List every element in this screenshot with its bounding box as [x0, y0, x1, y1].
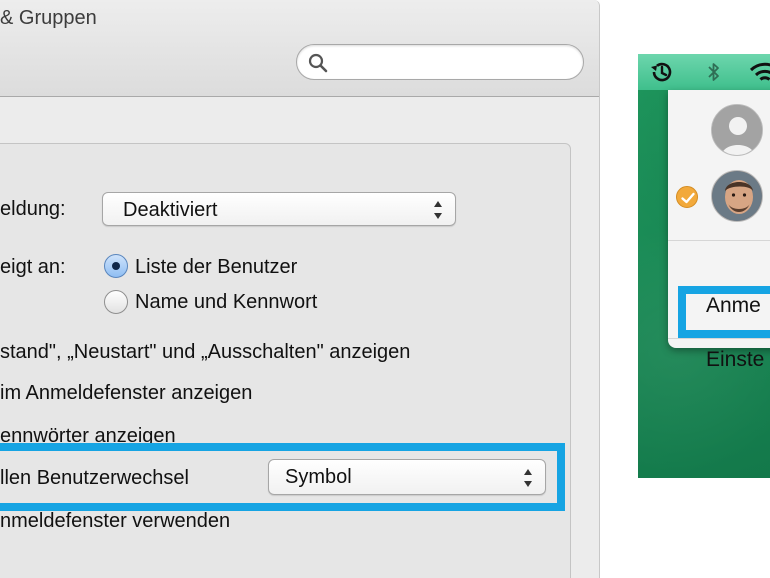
preferences-window: & Gruppen eldung: Deaktiviert eigt an: L… [0, 0, 600, 578]
current-user-avatar[interactable] [711, 170, 763, 222]
popup-arrows-icon [434, 201, 442, 219]
menu-item-preferences[interactable]: Einste [706, 348, 764, 372]
time-machine-icon[interactable] [648, 58, 676, 86]
highlight-box [678, 286, 770, 338]
search-icon [308, 53, 328, 73]
auto-login-popup[interactable]: Deaktiviert [102, 192, 456, 226]
radio-list-of-users-label[interactable]: Liste der Benutzer [135, 256, 297, 279]
wifi-icon[interactable] [748, 58, 770, 86]
menubar [638, 54, 770, 90]
window-toolbar: & Gruppen [0, 0, 599, 97]
bluetooth-icon[interactable] [706, 58, 722, 86]
window-title: & Gruppen [0, 7, 97, 29]
search-field[interactable] [296, 44, 584, 80]
menu-separator [668, 338, 770, 339]
show-sleep-restart-shutdown-option[interactable]: stand", „Neustart" und „Ausschalten" anz… [0, 341, 410, 364]
radio-list-of-users[interactable] [104, 254, 128, 278]
auto-login-value: Deaktiviert [123, 199, 218, 221]
highlight-box [0, 443, 565, 511]
show-as-label: eigt an: [0, 256, 66, 278]
search-input[interactable] [333, 49, 573, 75]
fast-user-switching-menu: Anme Einste [668, 90, 770, 371]
user-silhouette-icon [712, 105, 762, 155]
radio-name-and-password[interactable] [104, 290, 128, 314]
show-in-login-window-option[interactable]: im Anmeldefenster anzeigen [0, 382, 252, 405]
checkmark-icon [676, 186, 698, 208]
guest-user-avatar[interactable] [711, 104, 763, 156]
user-photo-icon [712, 171, 762, 221]
radio-name-and-password-label[interactable]: Name und Kennwort [135, 291, 317, 314]
auto-login-label: eldung: [0, 198, 66, 220]
radio-dot [112, 262, 120, 270]
menubar-crop: Anme Einste [638, 54, 770, 478]
menu-separator [668, 240, 770, 241]
use-login-window-option[interactable]: nmeldefenster verwenden [0, 510, 230, 533]
